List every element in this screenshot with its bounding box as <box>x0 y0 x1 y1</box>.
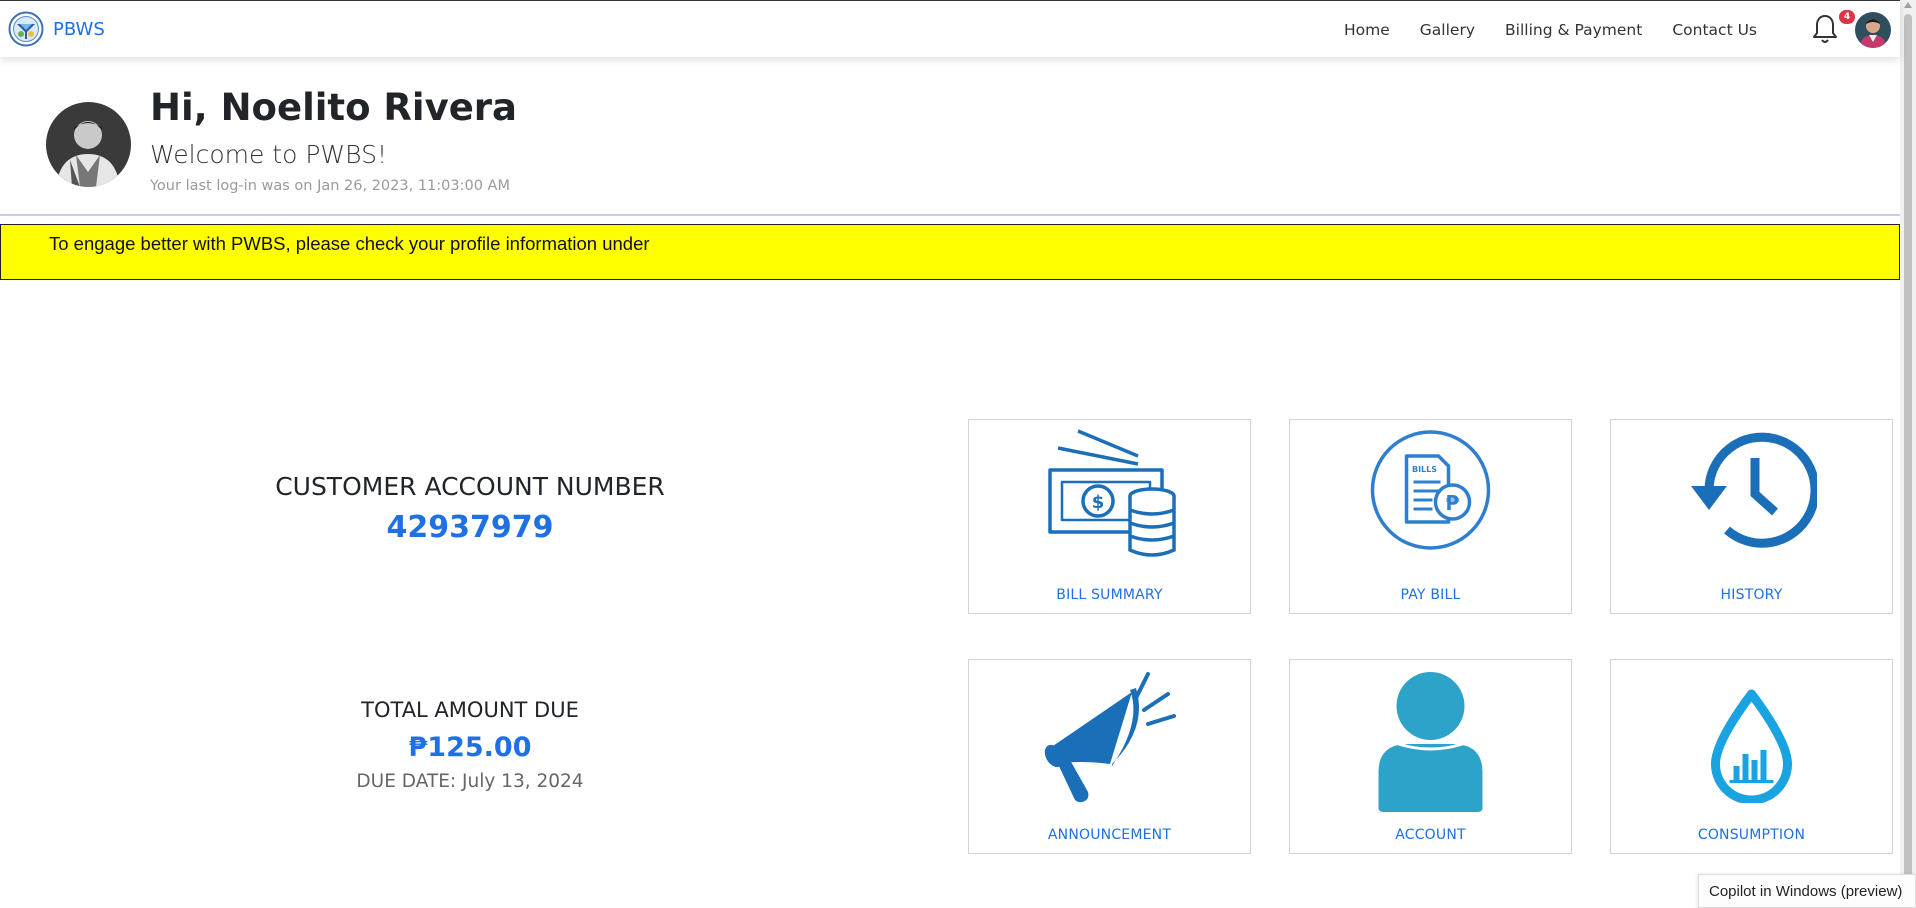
total-amount-due-label: TOTAL AMOUNT DUE <box>361 698 579 722</box>
scrollbar-thumb[interactable] <box>1904 14 1912 879</box>
page-scrollbar[interactable] <box>1900 0 1916 908</box>
tile-consumption[interactable]: CONSUMPTION <box>1610 659 1893 854</box>
account-number-label: CUSTOMER ACCOUNT NUMBER <box>275 472 665 501</box>
top-navbar: PBWS Home Gallery Billing & Payment Cont… <box>0 0 1900 57</box>
total-amount-due-value: ₱125.00 <box>408 732 532 763</box>
banner-text: To engage better with PWBS, please check… <box>49 233 650 254</box>
tile-announcement-label: ANNOUNCEMENT <box>1047 827 1172 843</box>
last-login-text: Your last log-in was on Jan 26, 2023, 11… <box>150 178 510 194</box>
profile-photo <box>46 102 131 187</box>
nav-contact-us-link[interactable]: Contact Us <box>1657 21 1772 39</box>
svg-text:BILLS: BILLS <box>1411 465 1436 474</box>
profile-photo-icon <box>46 102 131 187</box>
account-number-value: 42937979 <box>386 510 554 545</box>
tile-announcement[interactable]: ANNOUNCEMENT <box>968 659 1251 854</box>
svg-text:₱: ₱ <box>1445 491 1459 515</box>
brand-name: PBWS <box>53 18 105 40</box>
tile-history-label: HISTORY <box>1720 587 1783 603</box>
brand-home-link[interactable]: PBWS <box>8 11 105 47</box>
megaphone-icon <box>1044 672 1176 803</box>
tile-bill-summary[interactable]: $ BILL SUMMARY <box>968 419 1251 614</box>
nav-links: Home Gallery Billing & Payment Contact U… <box>1329 1 1772 58</box>
nav-gallery-link[interactable]: Gallery <box>1405 21 1490 39</box>
water-drop-chart-icon <box>1710 689 1792 803</box>
copilot-preview-button[interactable]: Copilot in Windows (preview) <box>1698 874 1916 908</box>
user-icon <box>1378 672 1482 812</box>
pbws-logo-icon <box>8 11 44 47</box>
scroll-up-arrow-icon[interactable] <box>1904 2 1912 8</box>
tile-pay-bill[interactable]: BILLS ₱ PAY BILL <box>1289 419 1572 614</box>
welcome-subtitle: Welcome to PWBS! <box>150 140 387 169</box>
section-divider <box>0 214 1900 216</box>
tile-account-label: ACCOUNT <box>1395 827 1466 843</box>
nav-billing-payment-link[interactable]: Billing & Payment <box>1490 21 1657 39</box>
user-photo-icon <box>1855 12 1891 48</box>
nav-home-link[interactable]: Home <box>1329 21 1405 39</box>
history-clock-icon <box>1690 432 1817 548</box>
bill-peso-icon: BILLS ₱ <box>1370 430 1490 550</box>
tile-history[interactable]: HISTORY <box>1610 419 1893 614</box>
user-avatar-menu[interactable] <box>1855 12 1891 48</box>
profile-notice-banner: To engage better with PWBS, please check… <box>0 224 1900 280</box>
notification-bell-icon[interactable] <box>1810 13 1840 45</box>
cash-coins-icon: $ <box>1047 429 1176 557</box>
greeting-title: Hi, Noelito Rivera <box>150 86 518 129</box>
svg-text:$: $ <box>1091 492 1104 513</box>
tile-consumption-label: CONSUMPTION <box>1697 827 1806 843</box>
tile-bill-summary-label: BILL SUMMARY <box>1056 587 1163 603</box>
tile-account[interactable]: ACCOUNT <box>1289 659 1572 854</box>
tile-pay-bill-label: PAY BILL <box>1400 587 1461 603</box>
due-date-text: DUE DATE: July 13, 2024 <box>356 771 584 792</box>
notification-count-badge: 4 <box>1839 10 1855 24</box>
